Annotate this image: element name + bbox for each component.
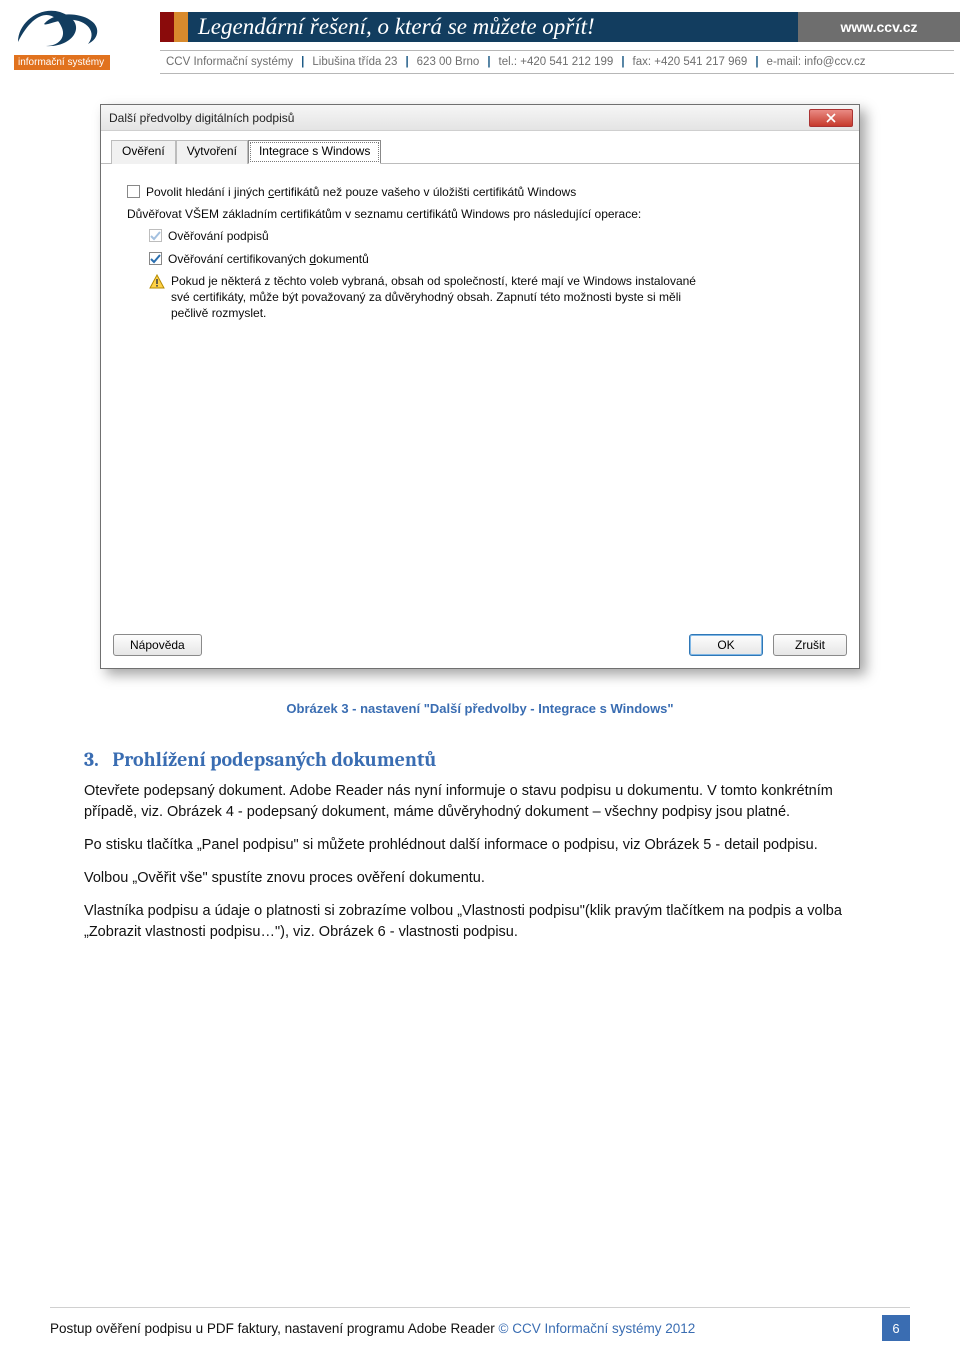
figure-caption-3: Obrázek 3 - nastavení "Další předvolby -…: [84, 701, 876, 716]
header-tel: tel.: +420 541 212 199: [499, 56, 614, 68]
header-address: Libušina třída 23: [312, 56, 397, 68]
logo-caption: informační systémy: [14, 55, 110, 70]
header-company: CCV Informační systémy: [166, 56, 293, 68]
checkmark-icon: [150, 253, 161, 264]
window-close-button[interactable]: [809, 109, 853, 127]
tab-verification[interactable]: Ověření: [111, 140, 176, 164]
verify-certified-docs-checkbox[interactable]: [149, 252, 162, 265]
tab-windows-integration[interactable]: Integrace s Windows: [248, 140, 381, 164]
header-banner: Legendární řešení, o která se můžete opř…: [160, 12, 960, 42]
help-button[interactable]: Nápověda: [113, 634, 202, 656]
ok-button[interactable]: OK: [689, 634, 763, 656]
tab-creation[interactable]: Vytvoření: [176, 140, 248, 164]
warning-text: Pokud je některá z těchto voleb vybraná,…: [171, 273, 709, 322]
header-fax: fax: +420 541 217 969: [633, 56, 748, 68]
header-url: www.ccv.cz: [798, 12, 960, 42]
dialog-button-bar: Nápověda OK Zrušit: [101, 634, 859, 668]
dialog-title: Další předvolby digitálních podpisů: [109, 111, 294, 125]
page-number-badge: 6: [882, 1315, 910, 1341]
dialog-panel: Povolit hledání i jiných certifikátů než…: [101, 164, 859, 634]
checkmark-icon: [150, 230, 161, 241]
header-email: e-mail: info@ccv.cz: [767, 56, 866, 68]
cancel-button[interactable]: Zrušit: [773, 634, 847, 656]
dialog-titlebar[interactable]: Další předvolby digitálních podpisů: [101, 105, 859, 131]
paragraph-2: Po stisku tlačítka „Panel podpisu" si mů…: [84, 835, 876, 856]
paragraph-1: Otevřete podepsaný dokument. Adobe Reade…: [84, 781, 876, 823]
ccv-logo: informační systémy: [14, 6, 112, 72]
header-slogan: Legendární řešení, o která se můžete opř…: [188, 12, 798, 42]
page-footer: Postup ověření podpisu u PDF faktury, na…: [0, 1315, 960, 1341]
trust-intro-text: Důvěřovat VŠEM základním certifikátům v …: [127, 206, 641, 222]
allow-other-certs-label: Povolit hledání i jiných certifikátů než…: [146, 184, 576, 200]
allow-other-certs-checkbox[interactable]: [127, 185, 140, 198]
warning-icon: [149, 274, 165, 290]
verify-signatures-label: Ověřování podpisů: [168, 228, 269, 244]
header-contact-line: CCV Informační systémy | Libušina třída …: [160, 50, 954, 74]
paragraph-3: Volbou „Ověřit vše" spustíte znovu proce…: [84, 868, 876, 889]
verify-signatures-checkbox: [149, 229, 162, 242]
verify-certified-docs-label: Ověřování certifikovaných dokumentů: [168, 251, 369, 267]
logo-mark-icon: [14, 6, 104, 48]
dialog-tabstrip: Ověření Vytvoření Integrace s Windows: [101, 131, 859, 164]
footer-text: Postup ověření podpisu u PDF faktury, na…: [50, 1321, 695, 1336]
header-zip-city: 623 00 Brno: [417, 56, 480, 68]
section-heading-3: 3. Prohlížení podepsaných dokumentů: [84, 748, 876, 771]
page-header: informační systémy Legendární řešení, o …: [0, 0, 960, 80]
close-icon: [826, 113, 836, 123]
document-body: Obrázek 3 - nastavení "Další předvolby -…: [0, 679, 960, 965]
preferences-dialog: Další předvolby digitálních podpisů Ověř…: [100, 104, 860, 669]
paragraph-4: Vlastníka podpisu a údaje o platnosti si…: [84, 901, 876, 943]
